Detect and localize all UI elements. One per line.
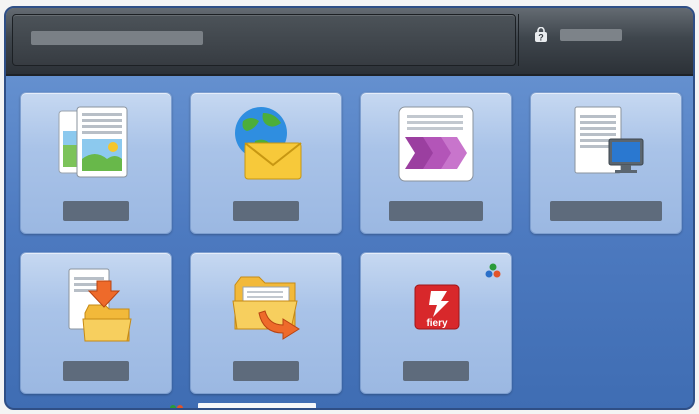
copy-document-icon: [58, 106, 128, 178]
tile-fiery-label: [403, 361, 469, 381]
tile-copy[interactable]: [20, 92, 172, 234]
tile-workflow-label: [389, 201, 483, 221]
help-label: [560, 29, 622, 41]
globe-envelope-icon: [235, 107, 302, 180]
tile-send-from-folder-label: [233, 361, 299, 381]
app-badge-icon: [485, 263, 501, 278]
device-home-screen: ? fiery: [4, 6, 695, 410]
tile-workflow[interactable]: [360, 92, 512, 234]
header-divider: [518, 14, 519, 66]
page-dots-icon: [170, 405, 183, 408]
help-button[interactable]: ?: [526, 16, 686, 56]
document-computer-icon: [574, 106, 644, 174]
tile-copy-label: [63, 201, 129, 221]
tile-email[interactable]: [190, 92, 342, 234]
svg-text:fiery: fiery: [426, 318, 448, 329]
page-scroll-bar[interactable]: [198, 403, 316, 408]
tile-send-from-folder[interactable]: [190, 252, 342, 394]
page-indicator[interactable]: [170, 403, 320, 408]
help-lock-icon: ?: [535, 27, 547, 43]
status-message: [31, 31, 203, 45]
tile-scan-to-folder[interactable]: [20, 252, 172, 394]
tile-scan-to-pc-label: [550, 201, 662, 221]
folder-arrow-out-icon: [232, 276, 300, 340]
header-bar: ?: [6, 8, 693, 76]
fiery-logo-icon: fiery: [414, 284, 460, 330]
document-folder-arrow-icon: [68, 268, 132, 342]
status-message-area: [12, 14, 516, 66]
tile-scan-to-folder-label: [63, 361, 129, 381]
tile-scan-to-pc[interactable]: [530, 92, 682, 234]
tile-fiery[interactable]: fiery: [360, 252, 512, 394]
workflow-arrows-icon: [398, 106, 474, 182]
tile-email-label: [233, 201, 299, 221]
svg-text:?: ?: [538, 33, 544, 43]
